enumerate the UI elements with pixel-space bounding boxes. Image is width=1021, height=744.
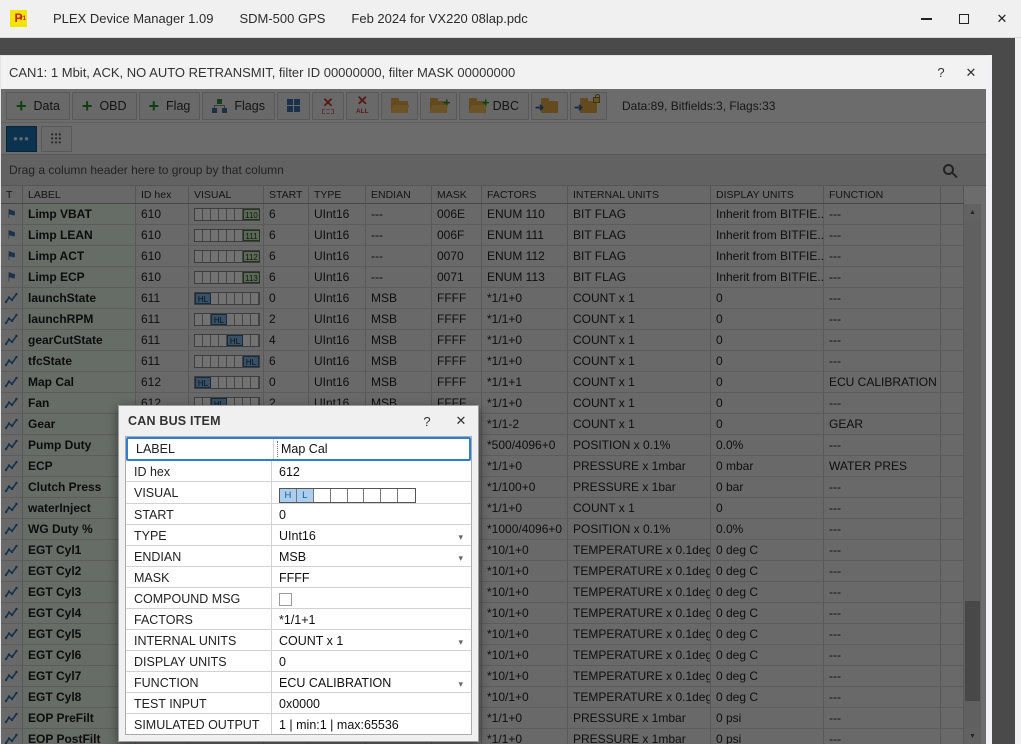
field-label-display-units: DISPLAY UNITS xyxy=(126,651,272,671)
dialog-help-button[interactable]: ? xyxy=(410,414,444,429)
dialog-titlebar: CAN BUS ITEM ? ✕ xyxy=(119,406,478,436)
field-row-endian: ENDIANMSB▾ xyxy=(126,546,471,567)
field-row-mask: MASKFFFF xyxy=(126,567,471,588)
field-value-function[interactable]: ECU CALIBRATION▾ xyxy=(272,672,471,692)
dialog-close-button[interactable]: ✕ xyxy=(444,413,478,429)
visual-cell xyxy=(314,489,331,502)
field-label-label: LABEL xyxy=(128,439,274,459)
device-name: SDM-500 GPS xyxy=(239,11,325,26)
app-title: PLEX Device Manager 1.09 xyxy=(53,11,213,26)
visual-cell xyxy=(348,489,365,502)
field-row-start: START0 xyxy=(126,504,471,525)
field-value-visual[interactable]: HL xyxy=(272,482,471,503)
screen: Pv1 PLEX Device Manager 1.09 SDM-500 GPS… xyxy=(0,0,1021,744)
field-row-type: TYPEUInt16▾ xyxy=(126,525,471,546)
field-label-mask: MASK xyxy=(126,567,272,587)
field-label-compound-msg: COMPOUND MSG xyxy=(126,588,272,608)
field-row-visual: VISUAL HL xyxy=(126,482,471,504)
field-label-simulated-output: SIMULATED OUTPUT xyxy=(126,714,272,734)
field-value-id-hex[interactable]: 612 xyxy=(272,461,471,481)
can-help-button[interactable]: ? xyxy=(926,65,956,80)
chevron-down-icon[interactable]: ▾ xyxy=(458,532,463,543)
field-row-internal-units: INTERNAL UNITSCOUNT x 1▾ xyxy=(126,630,471,651)
field-value-label[interactable]: Map Cal xyxy=(274,439,469,459)
field-value-start[interactable]: 0 xyxy=(272,504,471,524)
visual-cell xyxy=(381,489,398,502)
field-row-simulated-output: SIMULATED OUTPUT1 | min:1 | max:65536 xyxy=(126,714,471,734)
field-value-type[interactable]: UInt16▾ xyxy=(272,525,471,545)
visual-cell-l: L xyxy=(297,489,314,502)
chevron-down-icon[interactable]: ▾ xyxy=(458,553,463,564)
field-label-visual: VISUAL xyxy=(126,482,272,503)
visual-cell xyxy=(364,489,381,502)
dialog-visual-byte-map: HL xyxy=(279,488,416,503)
visual-cell xyxy=(331,489,348,502)
visual-cell xyxy=(398,489,415,502)
field-label-factors: FACTORS xyxy=(126,609,272,629)
field-row-id-hex: ID hex612 xyxy=(126,461,471,482)
visual-cell-h: H xyxy=(280,489,297,502)
field-label-function: FUNCTION xyxy=(126,672,272,692)
field-value-test-input[interactable]: 0x0000 xyxy=(272,693,471,713)
field-label-id-hex: ID hex xyxy=(126,461,272,481)
field-row-compound-msg: COMPOUND MSG xyxy=(126,588,471,609)
can-bus-item-dialog: CAN BUS ITEM ? ✕ LABELMap CalID hex612VI… xyxy=(118,405,479,742)
field-row-label: LABELMap Cal xyxy=(126,437,471,461)
field-row-display-units: DISPLAY UNITS0 xyxy=(126,651,471,672)
compound-msg-checkbox[interactable] xyxy=(279,593,292,606)
can-window-title: CAN1: 1 Mbit, ACK, NO AUTO RETRANSMIT, f… xyxy=(9,65,515,80)
close-button[interactable]: ✕ xyxy=(983,4,1021,34)
can-window-titlebar: CAN1: 1 Mbit, ACK, NO AUTO RETRANSMIT, f… xyxy=(1,56,986,89)
field-row-factors: FACTORS*1/1+1 xyxy=(126,609,471,630)
field-label-internal-units: INTERNAL UNITS xyxy=(126,630,272,650)
dialog-title: CAN BUS ITEM xyxy=(128,414,221,428)
field-value-internal-units[interactable]: COUNT x 1▾ xyxy=(272,630,471,650)
chevron-down-icon[interactable]: ▾ xyxy=(458,679,463,690)
field-value-mask[interactable]: FFFF xyxy=(272,567,471,587)
field-value-simulated-output[interactable]: 1 | min:1 | max:65536 xyxy=(272,714,471,734)
minimize-button[interactable] xyxy=(907,4,945,34)
field-label-type: TYPE xyxy=(126,525,272,545)
chevron-down-icon[interactable]: ▾ xyxy=(458,637,463,648)
main-window-right-border xyxy=(1015,38,1021,744)
open-file-name: Feb 2024 for VX220 08lap.pdc xyxy=(351,11,527,26)
field-row-function: FUNCTIONECU CALIBRATION▾ xyxy=(126,672,471,693)
field-value-compound-msg[interactable] xyxy=(272,588,471,608)
main-window-titlebar: Pv1 PLEX Device Manager 1.09 SDM-500 GPS… xyxy=(0,0,1021,38)
dialog-body: LABELMap CalID hex612VISUALHLSTART0TYPEU… xyxy=(125,436,472,735)
maximize-button[interactable] xyxy=(945,4,983,34)
window-controls: ✕ xyxy=(907,4,1021,34)
can-close-button[interactable]: ✕ xyxy=(956,65,986,81)
field-value-display-units[interactable]: 0 xyxy=(272,651,471,671)
plex-logo-icon: Pv1 xyxy=(10,10,27,27)
field-label-start: START xyxy=(126,504,272,524)
field-value-factors[interactable]: *1/1+1 xyxy=(272,609,471,629)
field-value-endian[interactable]: MSB▾ xyxy=(272,546,471,566)
field-label-test-input: TEST INPUT xyxy=(126,693,272,713)
field-row-test-input: TEST INPUT0x0000 xyxy=(126,693,471,714)
field-label-endian: ENDIAN xyxy=(126,546,272,566)
